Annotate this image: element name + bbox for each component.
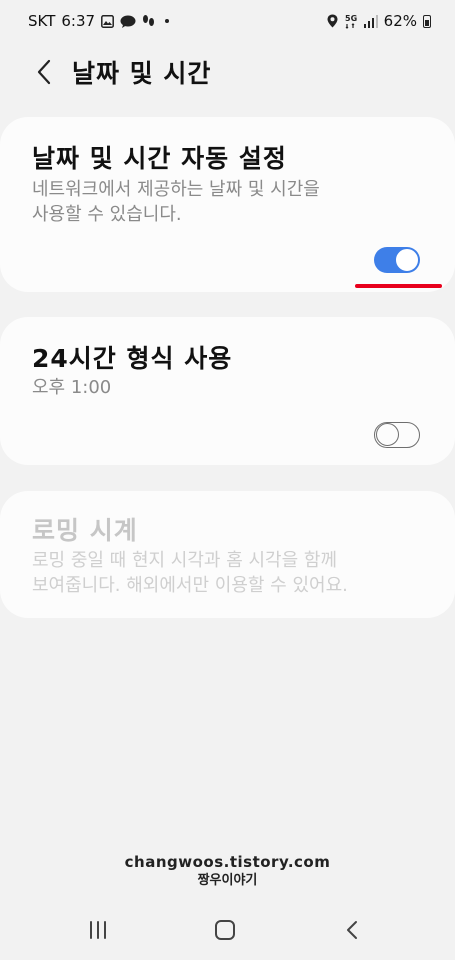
status-bar: SKT 6:37 5G 62% [0,0,455,42]
chevron-left-icon [37,59,51,85]
watermark-name: 짱우이야기 [197,873,258,888]
setting-auto-datetime[interactable]: 날짜 및 시간 자동 설정 네트워크에서 제공하는 날짜 및 시간을 사용할 수… [0,117,455,292]
toggle-knob [376,423,399,446]
battery-percent: 62% [383,12,417,30]
24-hour-toggle[interactable] [374,422,420,448]
signal-icon [363,14,378,28]
battery-icon [423,14,431,28]
app-header: 날짜 및 시간 [0,52,455,92]
home-button[interactable] [205,912,245,948]
setting-title: 24시간 형식 사용 [32,344,233,373]
auto-datetime-toggle[interactable] [374,247,420,273]
recent-apps-icon [90,921,106,939]
5g-icon: 5G [344,13,358,29]
setting-description: 로밍 중일 때 현지 시각과 홈 시각을 함께 보여줍니다. 해외에서만 이용할… [32,550,348,596]
screen: SKT 6:37 5G 62% 날짜 및 시간 날짜 및 시간 자동 설정 네트… [0,0,455,960]
image-icon [101,14,114,28]
clock: 6:37 [61,12,96,30]
home-icon [215,920,235,940]
setting-title: 날짜 및 시간 자동 설정 [32,144,287,173]
steps-icon [142,14,155,28]
dot-icon [165,19,170,23]
chat-icon [120,15,136,28]
nav-back-button[interactable] [332,912,372,948]
svg-text:5G: 5G [345,14,357,23]
highlight-underline [355,284,442,288]
setting-24-hour-format[interactable]: 24시간 형식 사용 오후 1:00 [0,317,455,465]
setting-title: 로밍 시계 [32,516,138,545]
location-icon [327,14,338,28]
setting-description: 오후 1:00 [32,377,112,398]
navigation-bar [0,900,455,960]
setting-roaming-clock: 로밍 시계 로밍 중일 때 현지 시각과 홈 시각을 함께 보여줍니다. 해외에… [0,491,455,618]
toggle-knob [395,248,419,272]
carrier-label: SKT [28,12,56,30]
recent-apps-button[interactable] [78,912,118,948]
page-title: 날짜 및 시간 [72,59,212,88]
setting-description: 네트워크에서 제공하는 날짜 및 시간을 사용할 수 있습니다. [32,179,320,225]
back-icon [347,921,357,939]
back-button[interactable] [24,52,64,92]
